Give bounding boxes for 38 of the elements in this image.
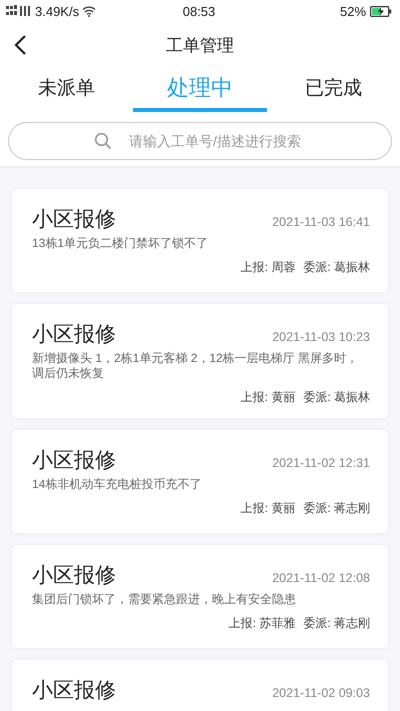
search-icon [94, 132, 112, 150]
assignee-text: 委派: 蒋志刚 [303, 615, 370, 632]
order-description: 新增摄像头 1，2栋1单元客梯 2，12栋一层电梯厅 黑屏多时，调后仍未恢复 [32, 351, 360, 381]
order-description: 14栋非机动车充电桩投币充不了 [32, 477, 202, 492]
battery-icon [370, 6, 392, 16]
order-card[interactable]: 小区报修 2021-11-03 16:41 13栋1单元负二楼门禁坏了锁不了 上报: 周蓉 委派: 葛振林 [12, 189, 388, 292]
order-time: 2021-11-02 12:08 [272, 571, 370, 585]
order-card[interactable]: 小区报修 2021-11-02 09:03 [12, 660, 388, 711]
search-field[interactable]: 请输入工单号/描述进行搜索 [8, 122, 392, 160]
order-description: 集团后门锁坏了，需要紧急跟进，晚上有安全隐患 [32, 592, 297, 607]
tab[interactable]: 已完成 [267, 68, 400, 112]
order-card[interactable]: 小区报修 2021-11-03 10:23 新增摄像头 1，2栋1单元客梯 2，12栋一层电梯厅 黑屏多时，调后仍未恢复 上报: 黄丽 委派: 葛振林 [12, 304, 388, 418]
page-title: 工单管理 [166, 36, 234, 54]
reporter-text: 上报: 周蓉 [240, 259, 296, 276]
signal-icon [6, 4, 32, 18]
battery-percent: 52% [340, 4, 366, 18]
order-card[interactable]: 小区报修 2021-11-02 12:08 集团后门锁坏了，需要紧急跟进，晚上有安全隐患 上报: 苏菲雅 委派: 蒋志刚 [12, 545, 388, 648]
order-title: 小区报修 [32, 207, 116, 233]
order-description: 13栋1单元负二楼门禁坏了锁不了 [32, 236, 210, 251]
reporter-text: 上报: 黄丽 [240, 389, 296, 406]
tab[interactable]: 未派单 [0, 68, 133, 112]
order-time: 2021-11-02 09:03 [272, 686, 370, 700]
order-card[interactable]: 小区报修 2021-11-02 12:31 14栋非机动车充电桩投币充不了 上报: 黄丽 委派: 蒋志刚 [12, 430, 388, 533]
order-title: 小区报修 [32, 322, 116, 348]
clock-time: 08:53 [182, 4, 216, 18]
order-title: 小区报修 [32, 678, 116, 704]
assignee-text: 委派: 蒋志刚 [303, 500, 370, 517]
network-speed: 3.49K/s [35, 4, 80, 18]
wifi-icon [82, 5, 96, 17]
order-time: 2021-11-03 10:23 [272, 330, 370, 344]
assignee-text: 委派: 葛振林 [303, 389, 370, 406]
order-time: 2021-11-02 12:31 [272, 456, 370, 470]
assignee-text: 委派: 葛振林 [303, 259, 370, 276]
order-time: 2021-11-03 16:41 [272, 215, 370, 229]
reporter-text: 上报: 黄丽 [240, 500, 296, 517]
order-title: 小区报修 [32, 563, 116, 589]
reporter-text: 上报: 苏菲雅 [228, 615, 296, 632]
order-title: 小区报修 [32, 448, 116, 474]
